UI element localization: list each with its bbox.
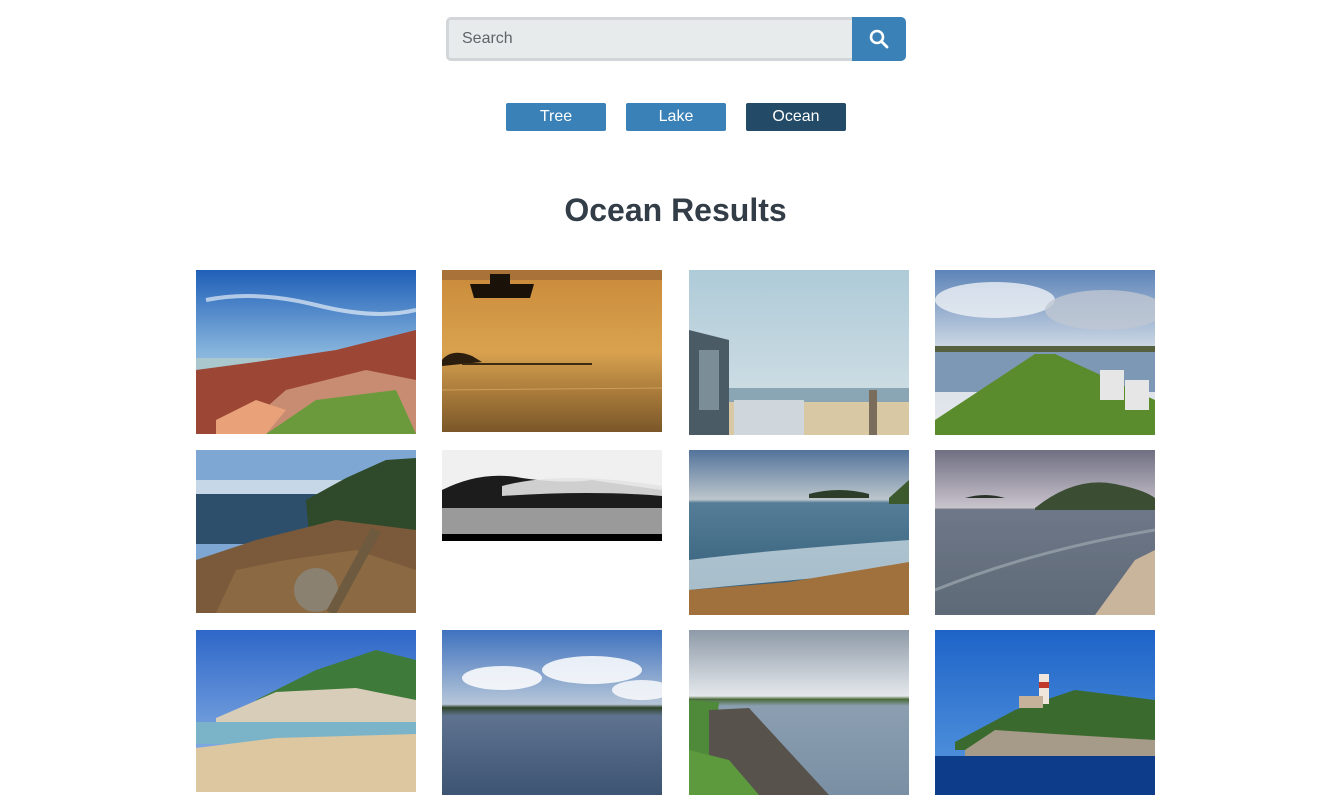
photo-lighthouse-island[interactable] [935, 630, 1155, 795]
search-input[interactable] [446, 17, 852, 61]
search-button[interactable] [852, 17, 906, 61]
photo-foggy-island-bw[interactable] [442, 450, 662, 541]
tag-tree-button[interactable]: Tree [506, 103, 606, 131]
tag-filter-bar: Tree Lake Ocean [506, 103, 846, 131]
search-bar [446, 17, 906, 61]
photo-calm-lake-clouds[interactable] [442, 630, 662, 795]
photo-rocky-coast-sunset[interactable] [196, 270, 416, 434]
tag-lake-button[interactable]: Lake [626, 103, 726, 131]
tag-ocean-button[interactable]: Ocean [746, 103, 846, 131]
photo-sandy-cove-cliffs[interactable] [196, 630, 416, 792]
photo-beach-from-balcony[interactable] [689, 270, 909, 435]
photo-boat-golden-sea[interactable] [442, 270, 662, 432]
photo-rocky-shore-boardwalk[interactable] [196, 450, 416, 613]
photo-grassy-pier[interactable] [935, 270, 1155, 435]
results-title: Ocean Results [564, 192, 787, 228]
photo-cloudy-bay-island[interactable] [935, 450, 1155, 615]
search-icon [869, 29, 889, 49]
photo-aerial-beach-waves[interactable] [689, 450, 909, 615]
photo-coastal-inlet[interactable] [689, 630, 909, 795]
